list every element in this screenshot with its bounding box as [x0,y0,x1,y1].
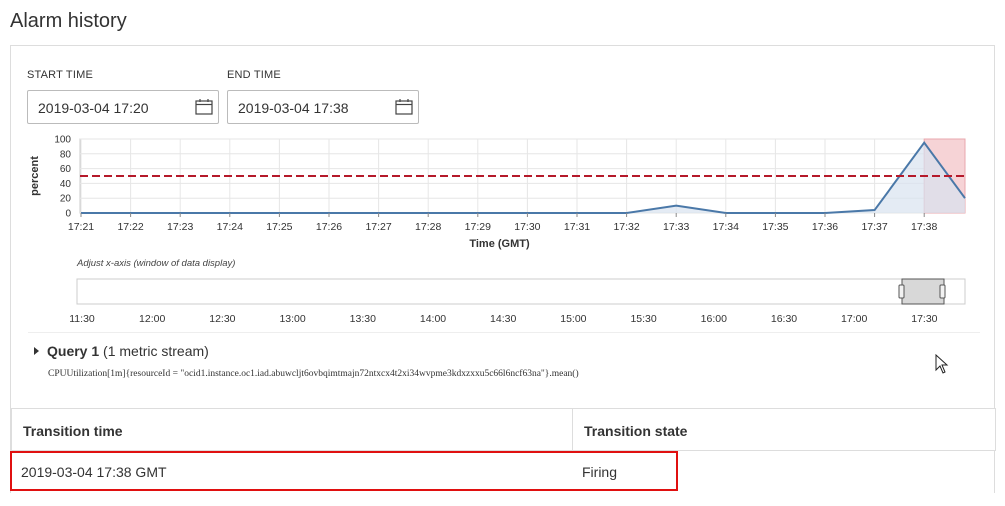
navigator-tick-label: 17:00 [841,313,867,325]
x-tick-label: 17:24 [217,221,243,233]
navigator-window[interactable] [901,278,945,305]
query-detail: (1 metric stream) [103,343,209,359]
x-tick-label: 17:36 [812,221,838,233]
divider [28,332,980,333]
y-axis-title: percent [29,156,41,196]
x-tick-label: 17:21 [68,221,94,233]
x-tick-label: 17:30 [514,221,540,233]
navigator-tick-label: 13:00 [279,313,305,325]
x-tick-label: 17:38 [911,221,937,233]
x-tick-label: 17:27 [365,221,391,233]
metric-chart: 0 20 40 60 80 100 17:21 17:22 17:23 17:24 17:25 17:… [29,135,966,325]
navigator-tick-label: 14:00 [420,313,446,325]
x-tick-label: 17:32 [613,221,639,233]
table-row-highlight [10,451,678,491]
navigator-handle[interactable] [939,284,946,299]
navigator-tick-label: 15:00 [560,313,586,325]
navigator-tick-label: 14:30 [490,313,516,325]
navigator-caption: Adjust x-axis (window of data display) [76,258,235,269]
query-toggle[interactable]: Query 1 (1 metric stream) [34,343,209,359]
query-name: Query 1 [47,343,100,359]
x-tick-label: 17:31 [564,221,590,233]
query-expression: CPUUtilization[1m]{resourceId = "ocid1.i… [48,369,579,379]
navigator-track [76,278,966,305]
x-tick-label: 17:37 [861,221,887,233]
x-tick-label: 17:23 [167,221,193,233]
x-tick-label: 17:25 [266,221,292,233]
x-tick-label: 17:29 [465,221,491,233]
x-tick-label: 17:28 [415,221,441,233]
navigator-tick-label: 16:30 [771,313,797,325]
x-tick-label: 17:35 [762,221,788,233]
mouse-pointer-icon [935,353,949,379]
x-axis-title: Time (GMT) [469,238,530,250]
navigator-tick-label: 12:30 [209,313,235,325]
y-tick-label: 80 [60,149,72,160]
y-tick-label: 40 [60,179,72,190]
x-tick-label: 17:33 [663,221,689,233]
navigator-tick-label: 12:00 [139,313,165,325]
navigator-handle[interactable] [898,284,905,299]
x-tick-label: 17:26 [316,221,342,233]
x-tick-label: 17:22 [117,221,143,233]
y-tick-label: 0 [65,209,71,220]
column-header-transition-state[interactable]: Transition state [572,408,996,451]
navigator-tick-label: 16:00 [701,313,727,325]
caret-right-icon [34,347,39,355]
navigator-tick-label: 11:30 [69,313,95,325]
navigator-tick-label: 17:30 [911,313,937,325]
y-tick-label: 20 [60,194,72,205]
column-header-transition-time[interactable]: Transition time [11,408,573,451]
y-tick-label: 60 [60,164,72,175]
y-tick-label: 100 [54,135,71,146]
navigator-tick-label: 15:30 [630,313,656,325]
navigator-tick-label: 13:30 [350,313,376,325]
x-tick-label: 17:34 [713,221,739,233]
